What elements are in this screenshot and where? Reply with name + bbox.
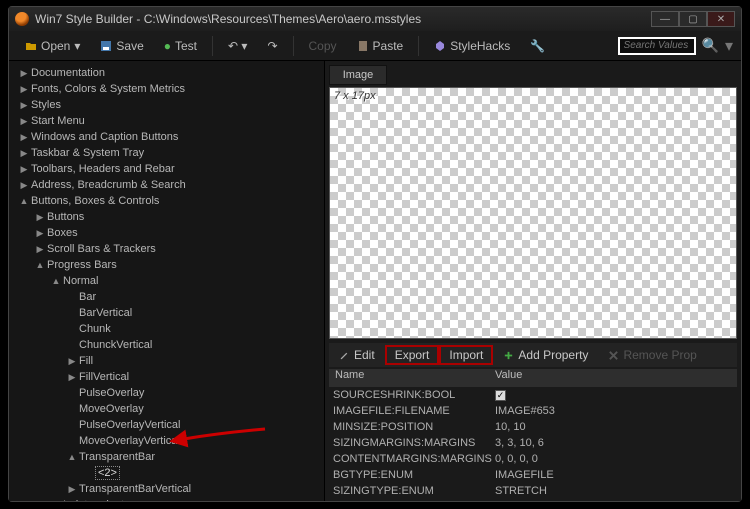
tree-item-bbc[interactable]: ▲Buttons, Boxes & Controls: [9, 193, 324, 209]
stylehacks-button[interactable]: StyleHacks: [426, 36, 518, 56]
tree-item-bar[interactable]: Bar: [9, 289, 324, 305]
property-header: Name Value: [329, 369, 737, 387]
open-button[interactable]: Open ▾: [17, 36, 88, 56]
prop-row[interactable]: SIZINGMARGINS:MARGINS3, 3, 10, 6: [329, 435, 737, 451]
image-preview[interactable]: 7 x 17px: [329, 87, 737, 339]
window-title: Win7 Style Builder - C:\Windows\Resource…: [35, 12, 421, 26]
prop-row[interactable]: SIZINGTYPE:ENUMSTRETCH: [329, 483, 737, 499]
tree-item-pulsev[interactable]: PulseOverlayVertical: [9, 417, 324, 433]
search-input[interactable]: [618, 37, 696, 55]
tree-item-fillv[interactable]: ▶FillVertical: [9, 369, 324, 385]
export-button[interactable]: Export: [385, 345, 440, 365]
prop-row[interactable]: MINSIZE:POSITION10, 10: [329, 419, 737, 435]
prop-row[interactable]: CONTENTMARGINS:MARGINS0, 0, 0, 0: [329, 451, 737, 467]
tree-item-chunk[interactable]: Chunk: [9, 321, 324, 337]
app-icon: [15, 12, 29, 26]
tree-item-toolbars[interactable]: ▶Toolbars, Headers and Rebar: [9, 161, 324, 177]
tree-item-taskbar[interactable]: ▶Taskbar & System Tray: [9, 145, 324, 161]
redo-button[interactable]: ↷: [259, 36, 285, 56]
right-pane: Image 7 x 17px Edit Export Import Add Pr…: [325, 61, 741, 501]
property-toolbar: Edit Export Import Add Property Remove P…: [329, 343, 737, 367]
tree-item-fill[interactable]: ▶Fill: [9, 353, 324, 369]
undo-button[interactable]: ↶ ▾: [220, 36, 255, 56]
tree-item-tbar2-selected[interactable]: <2>: [9, 465, 324, 481]
paste-button[interactable]: Paste: [349, 36, 412, 56]
tree-item-normal[interactable]: ▲Normal: [9, 273, 324, 289]
tree-item-move[interactable]: MoveOverlay: [9, 401, 324, 417]
tree-item-buttons[interactable]: ▶Buttons: [9, 209, 324, 225]
close-button[interactable]: ✕: [707, 11, 735, 27]
maximize-button[interactable]: ▢: [679, 11, 707, 27]
minimize-button[interactable]: —: [651, 11, 679, 27]
tree-item-movev[interactable]: MoveOverlayVertical: [9, 433, 324, 449]
prop-row[interactable]: SOURCESHRINK:BOOL✓: [329, 387, 737, 403]
titlebar[interactable]: Win7 Style Builder - C:\Windows\Resource…: [9, 7, 741, 31]
property-grid[interactable]: SOURCESHRINK:BOOL✓ IMAGEFILE:FILENAMEIMA…: [329, 387, 737, 499]
search-icon[interactable]: 🔍: [702, 37, 719, 54]
tree-item-tbarv[interactable]: ▶TransparentBarVertical: [9, 481, 324, 497]
edit-button[interactable]: Edit: [329, 346, 385, 364]
col-name: Name: [329, 369, 489, 387]
tree-item-wincaption[interactable]: ▶Windows and Caption Buttons: [9, 129, 324, 145]
save-button[interactable]: Save: [92, 36, 151, 56]
tree-item-documentation[interactable]: ▶Documentation: [9, 65, 324, 81]
tree-item-barv[interactable]: BarVertical: [9, 305, 324, 321]
col-value: Value: [489, 369, 737, 387]
prop-row[interactable]: IMAGEFILE:FILENAMEIMAGE#653: [329, 403, 737, 419]
add-property-button[interactable]: Add Property: [493, 346, 598, 364]
tree-item-address[interactable]: ▶Address, Breadcrumb & Search: [9, 177, 324, 193]
main-toolbar: Open ▾ Save ●Test ↶ ▾ ↷ Copy Paste Style…: [9, 31, 741, 61]
tree-item-fonts[interactable]: ▶Fonts, Colors & System Metrics: [9, 81, 324, 97]
import-button[interactable]: Import: [439, 345, 493, 365]
prop-row[interactable]: BGTYPE:ENUMIMAGEFILE: [329, 467, 737, 483]
tree-item-scroll[interactable]: ▶Scroll Bars & Trackers: [9, 241, 324, 257]
tree-item-tbar[interactable]: ▲TransparentBar: [9, 449, 324, 465]
copy-button: Copy: [301, 36, 345, 56]
app-window: Win7 Style Builder - C:\Windows\Resource…: [8, 6, 742, 502]
tree-item-pulse[interactable]: PulseOverlay: [9, 385, 324, 401]
settings-button[interactable]: 🔧: [522, 36, 553, 56]
tree-item-boxes[interactable]: ▶Boxes: [9, 225, 324, 241]
tree-item-styles[interactable]: ▶Styles: [9, 97, 324, 113]
tree-pane[interactable]: ▶Documentation ▶Fonts, Colors & System M…: [9, 61, 325, 501]
tree-item-indet[interactable]: ▶Indeterminate: [9, 497, 324, 501]
image-tab[interactable]: Image: [329, 65, 387, 85]
search-dropdown-icon[interactable]: ▾: [725, 36, 733, 56]
test-button[interactable]: ●Test: [156, 36, 205, 56]
image-dimensions: 7 x 17px: [334, 90, 376, 102]
tree-item-chunkv[interactable]: ChunckVertical: [9, 337, 324, 353]
tree-item-progress[interactable]: ▲Progress Bars: [9, 257, 324, 273]
tree-item-startmenu[interactable]: ▶Start Menu: [9, 113, 324, 129]
remove-property-button: Remove Prop: [598, 346, 706, 364]
checkbox-icon[interactable]: ✓: [495, 390, 506, 401]
